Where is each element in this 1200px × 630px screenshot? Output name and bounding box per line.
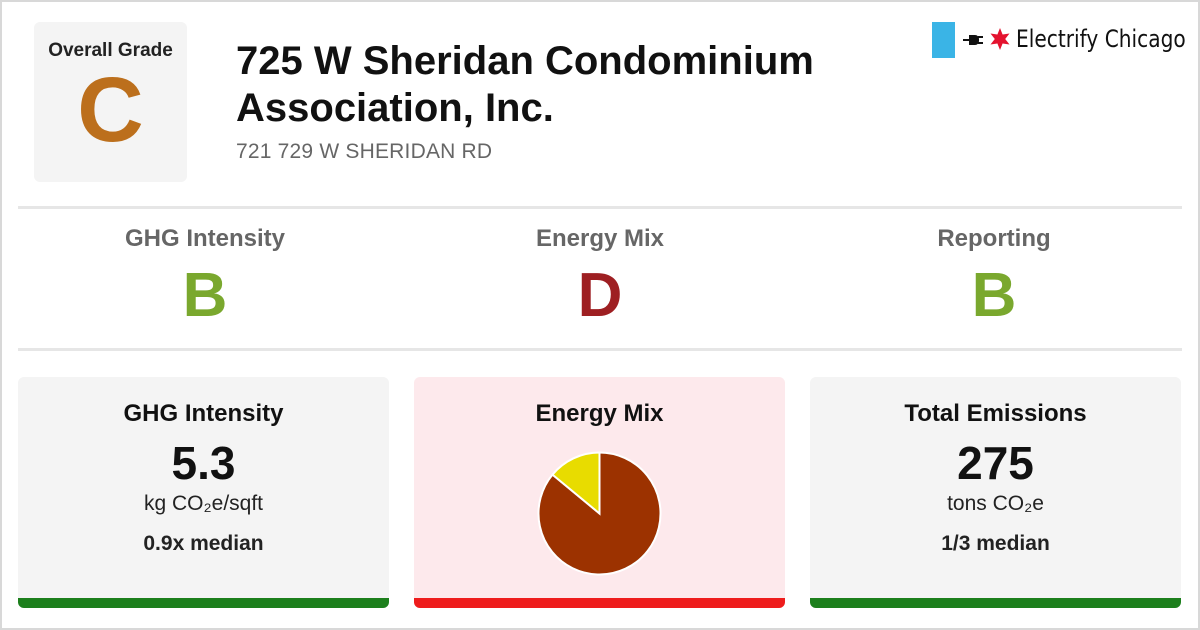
- subgrade-label: Energy Mix: [535, 225, 665, 252]
- subgrade-energy-mix: Energy Mix D: [403, 225, 797, 329]
- energy-mix-card: Energy Mix: [414, 377, 785, 608]
- card-title: Energy Mix: [535, 400, 664, 427]
- divider-bottom: [18, 348, 1182, 351]
- building-name: 725 W Sheridan Condominium Association, …: [236, 39, 814, 130]
- subgrade-letter: B: [971, 261, 1017, 330]
- building-address: 721 729 W SHERIDAN RD: [236, 140, 493, 163]
- card-title: Total Emissions: [904, 400, 1087, 427]
- subgrade-letter: B: [182, 261, 228, 330]
- card-status-bar: [414, 598, 785, 608]
- card-title: GHG Intensity: [123, 400, 284, 427]
- total-emissions-median: 1/3 median: [941, 532, 1050, 555]
- card-status-bar: [18, 598, 389, 608]
- plug-icon: [963, 35, 983, 45]
- card-status-bar: [810, 598, 1181, 608]
- electrify-chicago-logo[interactable]: Electrify Chicago: [932, 22, 1186, 60]
- subgrade-label: Reporting: [937, 225, 1051, 252]
- energy-mix-pie-chart: [537, 451, 662, 576]
- ghg-intensity-median: 0.9x median: [143, 532, 264, 555]
- total-emissions-value: 275: [957, 437, 1034, 489]
- ghg-intensity-unit: kg CO₂e/sqft: [143, 492, 264, 515]
- overall-grade-box: Overall Grade C: [34, 22, 187, 182]
- ghg-intensity-card: GHG Intensity 5.3 kg CO₂e/sqft 0.9x medi…: [18, 377, 389, 608]
- subgrade-letter: D: [577, 261, 623, 330]
- ghg-intensity-value: 5.3: [171, 437, 236, 489]
- overall-grade-letter: C: [77, 59, 144, 161]
- subgrade-ghg-intensity: GHG Intensity B: [8, 225, 402, 329]
- logo-blue-bar: [932, 22, 955, 58]
- logo-text: Electrify Chicago: [1016, 25, 1186, 53]
- total-emissions-card: Total Emissions 275 tons CO₂e 1/3 median: [810, 377, 1181, 608]
- total-emissions-unit: tons CO₂e: [947, 492, 1044, 515]
- subgrade-label: GHG Intensity: [124, 225, 286, 252]
- chicago-star-icon: [990, 28, 1010, 50]
- divider-top: [18, 206, 1182, 209]
- subgrade-reporting: Reporting B: [797, 225, 1191, 329]
